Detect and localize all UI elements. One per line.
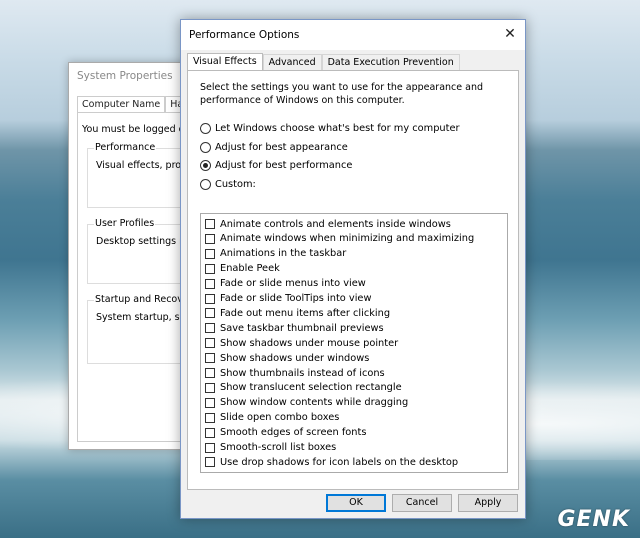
checkbox-label: Enable Peek [220,263,280,275]
radio-indicator[interactable] [200,141,211,153]
performance-options-dialog[interactable]: Performance Options ✕ Visual Effects Adv… [180,19,526,519]
radio-let-windows-choose[interactable]: Let Windows choose what's best for my co… [200,121,460,135]
checkbox-indicator[interactable] [205,368,215,378]
checkbox-indicator[interactable] [205,263,215,274]
checkbox-item[interactable]: Show translucent selection rectangle [205,381,402,395]
checkbox-indicator[interactable] [205,353,215,364]
ok-button[interactable]: OK [326,494,386,512]
group-user-profiles-label: User Profiles [94,218,156,229]
checkbox-indicator[interactable] [205,323,215,334]
checkbox-item[interactable]: Fade or slide ToolTips into view [205,292,371,306]
checkbox-label: Save taskbar thumbnail previews [220,322,384,334]
checkbox-label: Animate windows when minimizing and maxi… [220,233,475,245]
tab-data-execution-prevention[interactable]: Data Execution Prevention [321,54,460,71]
tab-advanced[interactable]: Advanced [262,54,322,71]
system-properties-title: System Properties [77,70,173,82]
checkbox-item[interactable]: Fade out menu items after clicking [205,306,390,320]
radio-best-performance[interactable]: Adjust for best performance [200,158,352,172]
checkbox-indicator[interactable] [205,248,215,259]
dialog-title: Performance Options [189,29,300,41]
radio-label: Let Windows choose what's best for my co… [215,122,460,134]
checkbox-item[interactable]: Show shadows under windows [205,351,369,365]
checkbox-item[interactable]: Show thumbnails instead of icons [205,366,385,380]
checkbox-item[interactable]: Fade or slide menus into view [205,277,366,291]
checkbox-label: Fade out menu items after clicking [220,307,391,319]
genk-watermark-logo: GENK [557,507,630,532]
checkbox-label: Smooth-scroll list boxes [220,442,337,453]
checkbox-item[interactable]: Save taskbar thumbnail previews [205,321,384,335]
checkbox-indicator[interactable] [205,397,215,408]
tab-visual-effects[interactable]: Visual Effects [187,53,263,71]
checkbox-label: Animate controls and elements inside win… [220,218,451,230]
checkbox-indicator[interactable] [205,412,215,423]
checkbox-label: Show shadows under mouse pointer [220,337,399,349]
dialog-tabs: Visual Effects Advanced Data Execution P… [187,53,460,71]
cancel-button[interactable]: Cancel [392,494,452,512]
checkbox-indicator[interactable] [205,233,215,244]
checkbox-item[interactable]: Animations in the taskbar [205,247,346,261]
checkbox-indicator[interactable] [205,427,215,438]
checkbox-label: Use drop shadows for icon labels on the … [220,456,459,468]
visual-effects-listbox[interactable]: Animate controls and elements inside win… [200,213,508,473]
checkbox-label: Fade or slide ToolTips into view [220,293,372,304]
checkbox-label: Animations in the taskbar [220,248,347,260]
checkbox-indicator[interactable] [205,338,215,349]
radio-custom[interactable]: Custom: [200,177,256,191]
radio-label: Adjust for best performance [215,159,353,171]
logon-message: You must be logged on [82,124,191,135]
checkbox-indicator[interactable] [205,382,215,393]
checkbox-item[interactable]: Show shadows under mouse pointer [205,336,398,350]
checkbox-item[interactable]: Slide open combo boxes [205,411,339,425]
radio-label: Adjust for best appearance [215,141,348,153]
close-icon[interactable]: ✕ [495,20,525,50]
checkbox-item[interactable]: Smooth-scroll list boxes [205,441,336,455]
radio-indicator[interactable] [200,122,211,134]
checkbox-label: Fade or slide menus into view [220,278,366,290]
checkbox-item[interactable]: Smooth edges of screen fonts [205,426,366,440]
dialog-titlebar[interactable]: Performance Options ✕ [181,20,525,50]
checkbox-label: Show translucent selection rectangle [220,382,402,394]
radio-label: Custom: [215,178,256,190]
radio-indicator-selected[interactable] [200,159,211,171]
checkbox-label: Show window contents while dragging [220,397,409,409]
group-performance-label: Performance [94,142,157,153]
checkbox-item[interactable]: Animate controls and elements inside win… [205,217,451,231]
checkbox-item[interactable]: Enable Peek [205,262,280,276]
checkbox-indicator[interactable] [205,457,215,468]
checkbox-indicator[interactable] [205,278,215,289]
checkbox-indicator[interactable] [205,219,215,229]
visual-effects-page: Select the settings you want to use for … [187,70,519,490]
checkbox-indicator[interactable] [205,442,215,453]
apply-button[interactable]: Apply [458,494,518,512]
intro-text: Select the settings you want to use for … [200,82,484,106]
checkbox-item[interactable]: Use drop shadows for icon labels on the … [205,455,458,469]
radio-best-appearance[interactable]: Adjust for best appearance [200,140,348,154]
checkbox-indicator[interactable] [205,308,215,319]
checkbox-label: Smooth edges of screen fonts [220,427,367,439]
checkbox-item[interactable]: Show window contents while dragging [205,396,408,410]
radio-indicator[interactable] [200,178,211,190]
checkbox-item[interactable]: Animate windows when minimizing and maxi… [205,232,474,246]
checkbox-label: Slide open combo boxes [220,412,340,424]
checkbox-label: Show thumbnails instead of icons [220,367,385,379]
checkbox-indicator[interactable] [205,293,215,304]
checkbox-label: Show shadows under windows [220,352,370,364]
tab-computer-name[interactable]: Computer Name [77,96,166,112]
